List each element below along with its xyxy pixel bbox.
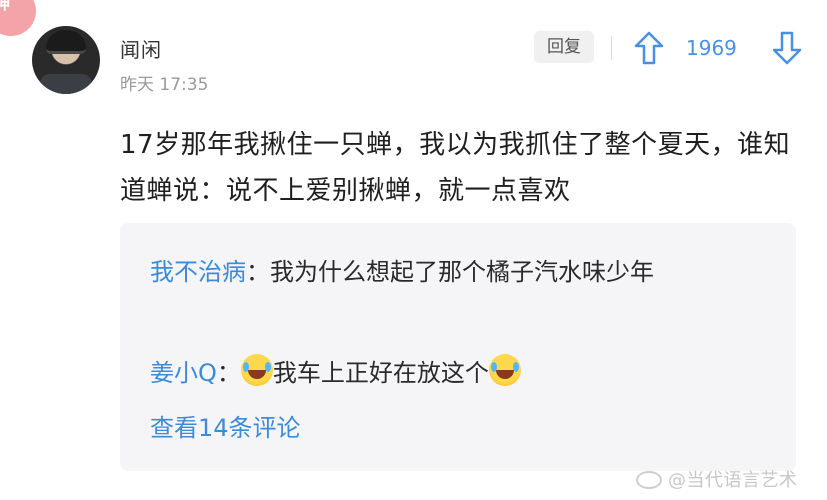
vote-divider [611, 36, 612, 60]
reply-panel: 我不治病：我为什么想起了那个橘子汽水味少年 姜小Q： 我车上正好在放这个 查看14… [120, 223, 796, 471]
vote-count: 1969 [686, 36, 737, 60]
avatar-helmet [46, 30, 86, 54]
reply-username[interactable]: 我不治病 [150, 258, 246, 286]
comment-username[interactable]: 闻闲 [120, 34, 162, 63]
watermark: @当代语言艺术 [636, 466, 798, 492]
avatar-collar [40, 74, 92, 94]
reply-separator: ： [246, 258, 270, 286]
shen-badge: 神 [0, 0, 36, 36]
reply-username[interactable]: 姜小Q [150, 359, 217, 387]
comment-timestamp: 昨天 17:35 [120, 75, 209, 95]
view-more-comments-link[interactable]: 查看14条评论 [150, 408, 301, 448]
watermark-text: @当代语言艺术 [668, 470, 798, 491]
reply-item[interactable]: 我不治病：我为什么想起了那个橘子汽水味少年 [150, 250, 780, 294]
laughing-tears-emoji-icon [240, 354, 273, 386]
avatar[interactable] [32, 26, 100, 94]
laughing-tears-emoji-icon [488, 354, 521, 386]
comment-text: 17岁那年我揪住一只蝉，我以为我抓住了整个夏天，谁知道蝉说：说不上爱别揪蝉，就一… [120, 130, 791, 206]
reply-text: 我为什么想起了那个橘子汽水味少年 [270, 258, 654, 286]
reply-text: 我车上正好在放这个 [272, 359, 489, 387]
arrow-down-icon[interactable] [770, 30, 804, 66]
reply-item[interactable]: 姜小Q： 我车上正好在放这个 [150, 351, 780, 395]
weibo-icon [636, 471, 662, 489]
reply-separator: ： [216, 359, 241, 387]
arrow-up-icon[interactable] [632, 30, 666, 66]
shen-badge-label: 神 [0, 0, 11, 13]
reply-button[interactable]: 回复 [534, 31, 594, 63]
